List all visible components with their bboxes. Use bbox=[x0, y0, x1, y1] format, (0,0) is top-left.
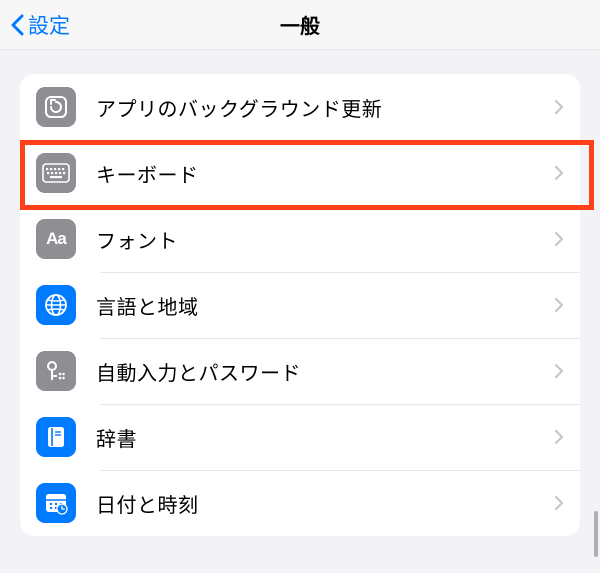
settings-row-language-region[interactable]: 言語と地域 bbox=[20, 272, 580, 338]
chevron-right-icon bbox=[554, 99, 564, 115]
row-label: アプリのバックグラウンド更新 bbox=[96, 93, 554, 122]
settings-row-passwords[interactable]: 自動入力とパスワード bbox=[20, 338, 580, 404]
row-label: 自動入力とパスワード bbox=[96, 357, 554, 386]
fonts-icon: Aa bbox=[36, 219, 76, 259]
calendar-icon bbox=[36, 483, 76, 523]
chevron-right-icon bbox=[554, 231, 564, 247]
settings-row-dictionary[interactable]: 辞書 bbox=[20, 404, 580, 470]
refresh-icon bbox=[36, 87, 76, 127]
scrollbar-thumb[interactable] bbox=[594, 511, 598, 557]
row-label: キーボード bbox=[96, 159, 554, 188]
chevron-right-icon bbox=[554, 363, 564, 379]
settings-row-fonts[interactable]: Aa フォント bbox=[20, 206, 580, 272]
book-icon bbox=[36, 417, 76, 457]
key-icon bbox=[36, 351, 76, 391]
settings-list: アプリのバックグラウンド更新 キーボード bbox=[20, 74, 580, 536]
nav-header: 設定 一般 bbox=[0, 0, 600, 50]
chevron-right-icon bbox=[554, 429, 564, 445]
row-label: 辞書 bbox=[96, 423, 554, 452]
settings-row-keyboard[interactable]: キーボード bbox=[20, 140, 580, 206]
chevron-right-icon bbox=[554, 495, 564, 511]
settings-row-background-refresh[interactable]: アプリのバックグラウンド更新 bbox=[20, 74, 580, 140]
keyboard-icon bbox=[36, 153, 76, 193]
chevron-right-icon bbox=[554, 165, 564, 181]
content-area: アプリのバックグラウンド更新 キーボード bbox=[0, 50, 600, 536]
settings-row-date-time[interactable]: 日付と時刻 bbox=[20, 470, 580, 536]
row-label: 日付と時刻 bbox=[96, 489, 554, 518]
row-label: 言語と地域 bbox=[96, 291, 554, 320]
page-title: 一般 bbox=[280, 10, 320, 39]
back-label: 設定 bbox=[28, 10, 70, 40]
chevron-left-icon bbox=[10, 14, 24, 36]
chevron-right-icon bbox=[554, 297, 564, 313]
row-label: フォント bbox=[96, 225, 554, 254]
back-button[interactable]: 設定 bbox=[0, 0, 70, 49]
globe-icon bbox=[36, 285, 76, 325]
